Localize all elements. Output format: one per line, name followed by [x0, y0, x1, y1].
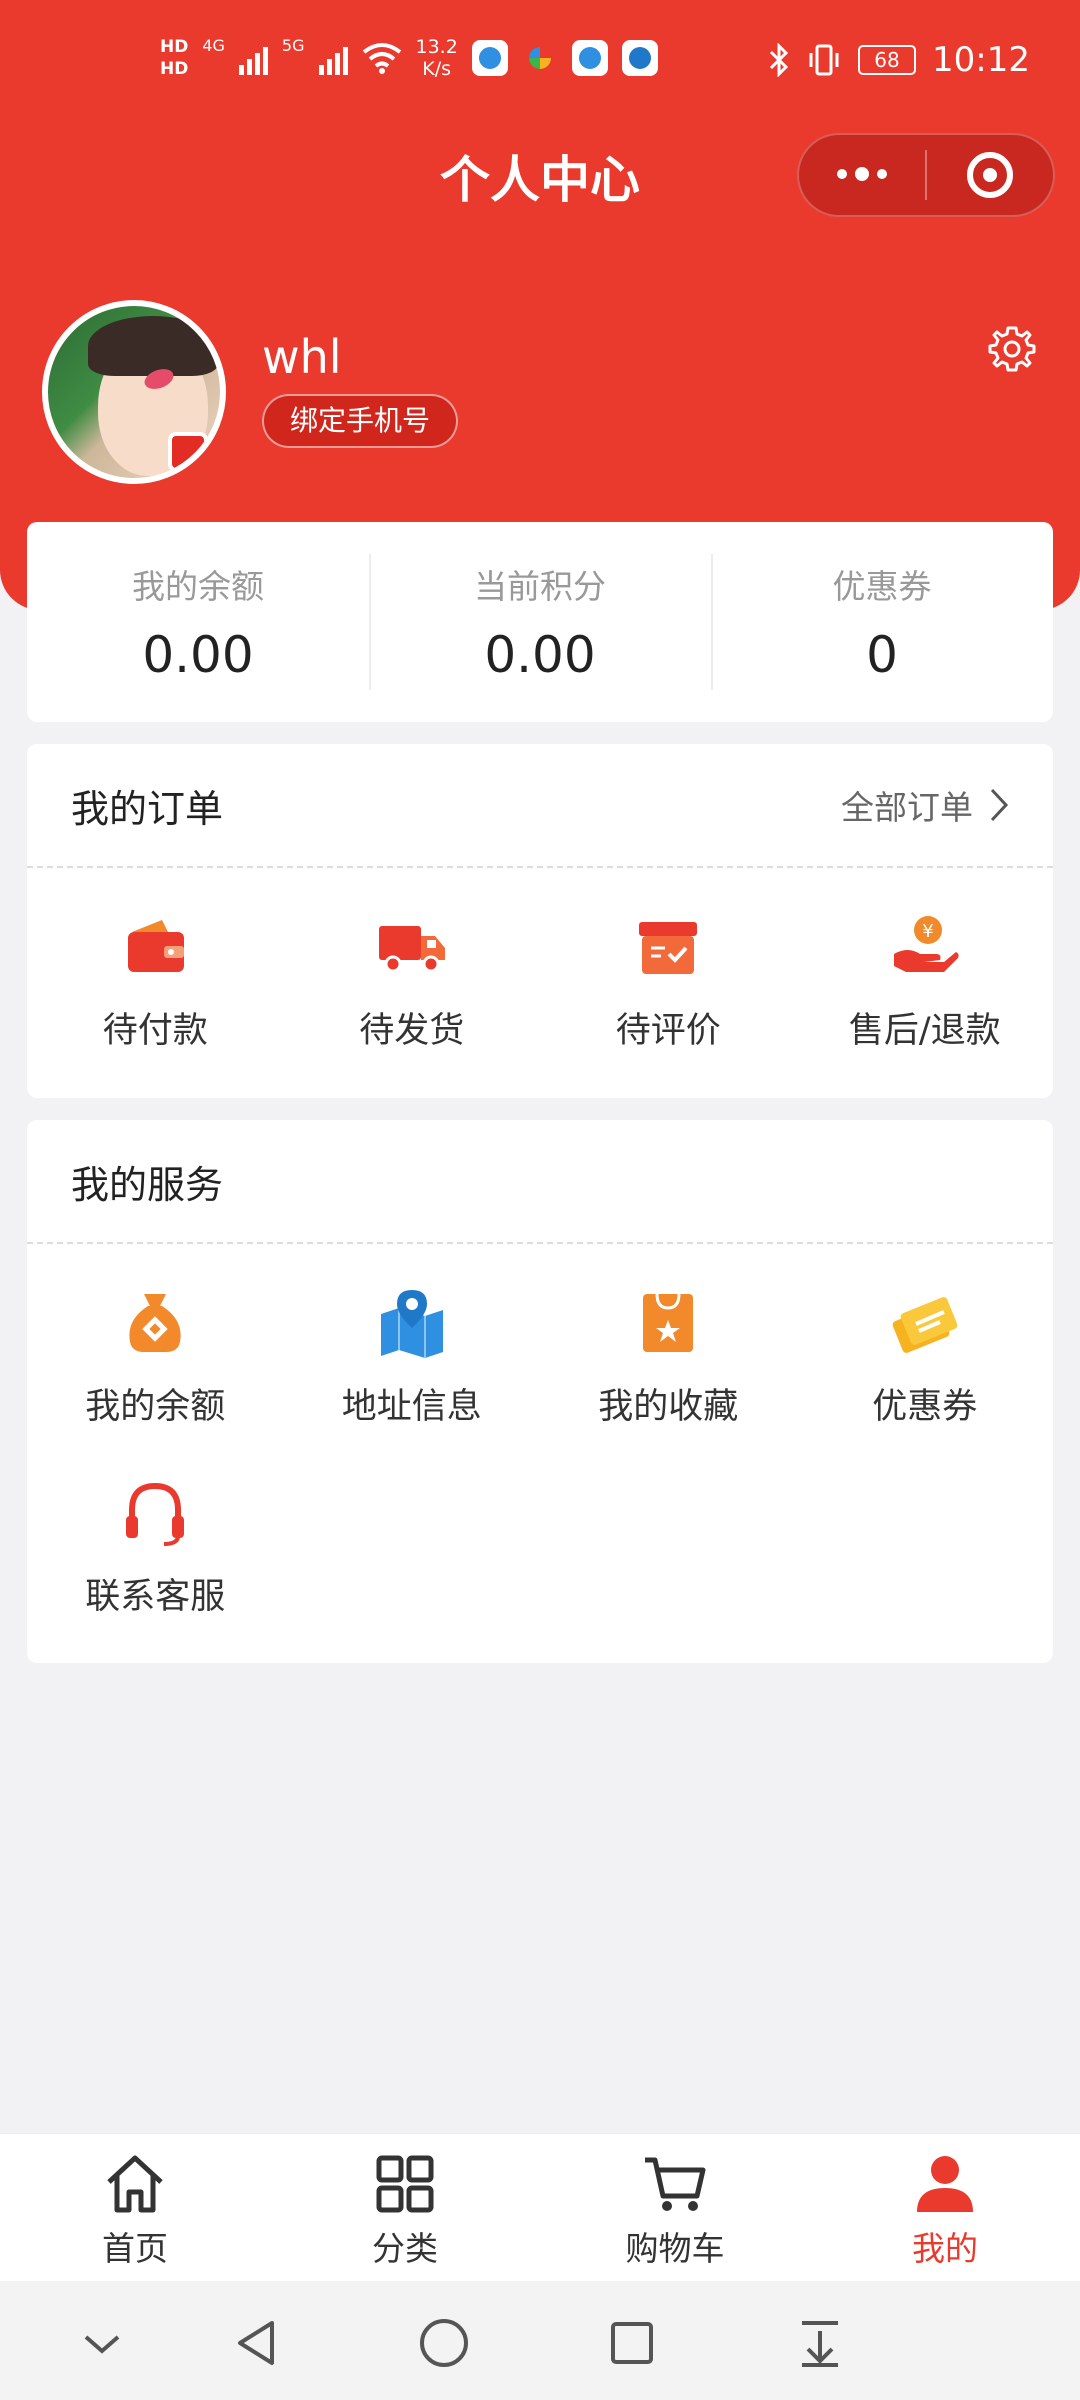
- service-customer-support[interactable]: 联系客服: [27, 1434, 284, 1624]
- home-icon: [107, 2155, 163, 2213]
- app-notification-icon: [571, 40, 608, 76]
- account-stats-card: 我的余额 0.00 当前积分 0.00 优惠券 0: [27, 522, 1053, 722]
- target-icon: [967, 152, 1013, 198]
- bluetooth-icon: [769, 43, 789, 77]
- review-box-icon: [639, 922, 698, 974]
- all-orders-link[interactable]: 全部订单: [841, 781, 1009, 829]
- service-label: 联系客服: [85, 1577, 226, 1617]
- wallet-icon: [128, 920, 185, 972]
- service-label: 优惠券: [872, 1387, 978, 1427]
- stat-value: 0.00: [142, 626, 254, 684]
- truck-icon: [378, 926, 445, 973]
- mini-program-capsule: [797, 133, 1055, 217]
- order-label: 待评价: [615, 1011, 721, 1051]
- network-type-1: 4G: [202, 36, 225, 55]
- tab-label: 首页: [102, 2229, 168, 2268]
- speed-value: 13.2: [415, 36, 458, 58]
- service-coupons[interactable]: 优惠券: [797, 1244, 1054, 1434]
- close-mini-program-button[interactable]: [927, 135, 1053, 215]
- stat-balance[interactable]: 我的余额 0.00: [27, 522, 369, 722]
- order-after-sales[interactable]: ¥ 售后/退款: [797, 868, 1054, 1096]
- user-icon: [917, 2156, 973, 2212]
- wifi-icon: [362, 43, 401, 74]
- flag-badge-icon: [168, 432, 208, 472]
- stat-label: 当前积分: [474, 567, 606, 606]
- tab-label: 购物车: [625, 2229, 725, 2268]
- tab-mine[interactable]: 我的: [810, 2134, 1080, 2281]
- map-pin-icon: [380, 1290, 443, 1358]
- tab-label: 分类: [372, 2229, 438, 2268]
- orders-header: 我的订单 全部订单: [27, 744, 1053, 868]
- all-orders-label: 全部订单: [841, 788, 973, 827]
- my-orders-card: 我的订单 全部订单 待付款 待发货 待评价 ¥ 售后/退款: [27, 744, 1053, 1098]
- hd-label-1: HD: [160, 37, 189, 57]
- chevron-right-icon: [990, 788, 1009, 822]
- speed-unit: K/s: [422, 58, 452, 80]
- money-bag-icon: [129, 1294, 181, 1352]
- refund-hand-icon: ¥: [893, 916, 959, 972]
- stat-value: 0.00: [484, 626, 596, 684]
- status-time: 10:12: [932, 40, 1030, 80]
- service-label: 我的收藏: [598, 1387, 739, 1427]
- notification-pulldown-icon[interactable]: [792, 2315, 848, 2371]
- service-favorites[interactable]: 我的收藏: [540, 1244, 797, 1434]
- hd-indicator: HD HD: [160, 36, 188, 80]
- back-triangle-icon[interactable]: [228, 2315, 284, 2371]
- svg-text:¥: ¥: [922, 921, 933, 942]
- stat-value: 0: [866, 626, 898, 684]
- stat-label: 我的余额: [132, 567, 264, 606]
- order-pending-payment[interactable]: 待付款: [27, 868, 284, 1096]
- app-notification-icon: [522, 40, 558, 76]
- network-speed: 13.2 K/s: [416, 36, 458, 80]
- avatar[interactable]: [42, 300, 226, 484]
- tab-label: 我的: [912, 2229, 978, 2268]
- stat-coupons[interactable]: 优惠券 0: [711, 522, 1053, 722]
- more-button[interactable]: [799, 135, 925, 215]
- orders-title: 我的订单: [71, 786, 224, 831]
- stat-label: 优惠券: [832, 567, 932, 606]
- signal-icon: [238, 41, 268, 75]
- services-header: 我的服务: [27, 1120, 1053, 1244]
- favorite-bag-icon: [643, 1293, 694, 1352]
- system-navigation-bar: [0, 2281, 1080, 2400]
- username: whl: [262, 330, 342, 384]
- bottom-tab-bar: 首页 分类 购物车 我的: [0, 2133, 1080, 2281]
- grid-icon: [376, 2155, 434, 2213]
- coupon-icon: [892, 1297, 958, 1353]
- services-title: 我的服务: [71, 1162, 224, 1207]
- order-pending-shipment[interactable]: 待发货: [284, 868, 541, 1096]
- service-label: 地址信息: [341, 1387, 482, 1427]
- battery-indicator: 68: [858, 45, 917, 75]
- chevron-down-icon[interactable]: [74, 2315, 130, 2371]
- order-label: 售后/退款: [848, 1011, 1001, 1051]
- order-pending-review[interactable]: 待评价: [540, 868, 797, 1096]
- order-label: 待发货: [359, 1011, 465, 1051]
- status-bar: HD HD 4G 5G 13.2 K/s 68 10:12: [0, 0, 1080, 130]
- headset-icon: [126, 1482, 185, 1546]
- order-label: 待付款: [102, 1011, 208, 1051]
- my-services-card: 我的服务 我的余额 地址信息 我的收藏 优惠券 联系客服: [27, 1120, 1053, 1663]
- app-notification-icon: [621, 40, 658, 76]
- avatar-hair: [88, 316, 218, 376]
- signal-icon: [318, 41, 348, 75]
- tab-cart[interactable]: 购物车: [540, 2134, 810, 2281]
- tab-home[interactable]: 首页: [0, 2134, 270, 2281]
- service-address[interactable]: 地址信息: [284, 1244, 541, 1434]
- bind-phone-button[interactable]: 绑定手机号: [262, 394, 459, 448]
- more-dots-icon: [837, 167, 887, 181]
- vibrate-icon: [809, 44, 839, 76]
- stat-points[interactable]: 当前积分 0.00: [369, 522, 711, 722]
- network-type-2: 5G: [281, 36, 305, 55]
- cart-icon: [645, 2157, 706, 2211]
- service-balance[interactable]: 我的余额: [27, 1244, 284, 1434]
- home-circle-icon[interactable]: [416, 2315, 472, 2371]
- service-label: 我的余额: [85, 1387, 226, 1427]
- tab-category[interactable]: 分类: [270, 2134, 540, 2281]
- recent-apps-square-icon[interactable]: [604, 2315, 660, 2371]
- settings-gear-icon[interactable]: [985, 322, 1039, 376]
- app-notification-icon: [471, 40, 508, 76]
- hd-label-2: HD: [160, 59, 189, 79]
- battery-level: 68: [874, 48, 900, 72]
